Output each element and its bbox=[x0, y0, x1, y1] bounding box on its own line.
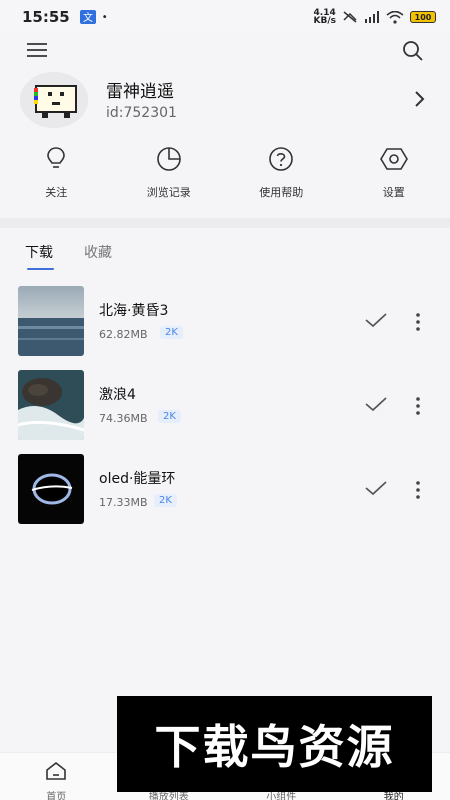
menu-icon[interactable] bbox=[26, 42, 48, 62]
chevron-right-icon[interactable] bbox=[414, 90, 426, 112]
thumbnail-image bbox=[18, 454, 84, 524]
item-size: 62.82MB bbox=[99, 328, 148, 341]
quick-action-label: 设置 bbox=[382, 186, 405, 199]
resolution-badge: 2K bbox=[158, 410, 181, 423]
lightbulb-icon bbox=[45, 146, 67, 176]
status-time: 15:55 bbox=[22, 8, 70, 26]
search-icon[interactable] bbox=[402, 40, 424, 66]
check-icon[interactable] bbox=[365, 396, 387, 416]
tab-indicator bbox=[27, 268, 54, 270]
help-circle-icon bbox=[268, 146, 294, 176]
mute-icon bbox=[342, 10, 358, 24]
nav-label: 首页 bbox=[46, 792, 67, 800]
tab-favorites[interactable]: 收藏 bbox=[84, 242, 112, 262]
watermark-banner: 下载鸟资源 bbox=[117, 696, 432, 792]
quick-action-help[interactable]: 使用帮助 bbox=[225, 146, 338, 212]
list-item[interactable]: 激浪4 74.36MB 2K bbox=[0, 366, 450, 450]
download-list: 北海·黄昏3 62.82MB 2K 激浪4 74.36MB 2K oled·能量… bbox=[0, 282, 450, 534]
item-size: 74.36MB bbox=[99, 412, 148, 425]
quick-action-label: 浏览记录 bbox=[146, 186, 191, 199]
wifi-icon bbox=[386, 10, 404, 24]
tab-downloads[interactable]: 下载 bbox=[25, 242, 53, 262]
quick-action-follow[interactable]: 关注 bbox=[0, 146, 113, 212]
item-title: oled·能量环 bbox=[99, 471, 176, 487]
resolution-badge: 2K bbox=[154, 494, 177, 507]
username: 雷神逍遥 bbox=[106, 82, 174, 102]
thumbnail-image bbox=[18, 370, 84, 440]
svg-text:文: 文 bbox=[83, 11, 93, 24]
quick-action-history[interactable]: 浏览记录 bbox=[113, 146, 226, 212]
resolution-badge: 2K bbox=[160, 326, 183, 339]
more-vertical-icon[interactable] bbox=[414, 396, 422, 420]
check-icon[interactable] bbox=[365, 480, 387, 500]
more-vertical-icon[interactable] bbox=[414, 480, 422, 504]
quick-action-label: 使用帮助 bbox=[259, 186, 304, 199]
battery-icon: 100 bbox=[410, 11, 436, 23]
item-title: 北海·黄昏3 bbox=[99, 303, 169, 319]
list-item[interactable]: 北海·黄昏3 62.82MB 2K bbox=[0, 282, 450, 366]
home-icon bbox=[45, 761, 67, 785]
check-icon[interactable] bbox=[365, 312, 387, 332]
pie-chart-icon bbox=[156, 146, 182, 176]
net-speed: 4.14 KB/s bbox=[313, 8, 336, 26]
more-vertical-icon[interactable] bbox=[414, 312, 422, 336]
dot-icon: • bbox=[101, 11, 108, 23]
top-bar bbox=[0, 34, 450, 68]
translate-icon: 文 bbox=[79, 10, 96, 24]
quick-actions: 关注 浏览记录 使用帮助 设置 bbox=[0, 146, 450, 212]
status-bar: 15:55 文 • 4.14 KB/s 100 bbox=[0, 0, 450, 34]
item-title: 激浪4 bbox=[99, 387, 136, 403]
quick-action-settings[interactable]: 设置 bbox=[338, 146, 450, 212]
tab-bar: 下载 收藏 bbox=[0, 228, 450, 274]
avatar[interactable] bbox=[20, 72, 88, 128]
list-item[interactable]: oled·能量环 17.33MB 2K bbox=[0, 450, 450, 534]
settings-eye-icon bbox=[379, 146, 408, 176]
thumbnail-image bbox=[18, 286, 84, 356]
user-id: id:752301 bbox=[106, 105, 177, 121]
nav-home[interactable]: 首页 bbox=[0, 753, 113, 800]
profile-header[interactable]: 雷神逍遥 id:752301 bbox=[0, 68, 450, 134]
signal-icon bbox=[364, 11, 380, 23]
section-divider bbox=[0, 218, 450, 228]
quick-action-label: 关注 bbox=[45, 186, 68, 199]
item-size: 17.33MB bbox=[99, 496, 148, 509]
